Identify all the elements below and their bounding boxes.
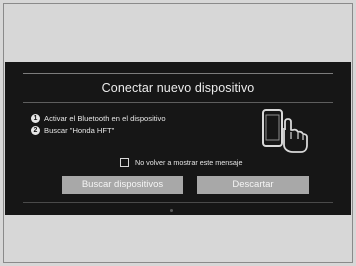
phone-touch-icon — [262, 109, 308, 153]
dont-show-again-checkbox[interactable] — [120, 158, 129, 167]
dialog-title: Conectar nuevo dispositivo — [101, 81, 255, 95]
dismiss-button[interactable]: Descartar — [197, 176, 309, 194]
step-1: 1 Activar el Bluetooth en el dispositivo — [31, 113, 166, 124]
title-divider — [23, 102, 333, 103]
step-text: Buscar "Honda HFT" — [44, 126, 115, 135]
step-number-badge: 2 — [31, 126, 40, 135]
dont-show-again-label: No volver a mostrar este mensaje — [135, 158, 243, 167]
step-text: Activar el Bluetooth en el dispositivo — [44, 114, 166, 123]
dialog-screen: Conectar nuevo dispositivo 1 Activar el … — [5, 62, 351, 215]
step-number-badge: 1 — [31, 114, 40, 123]
step-2: 2 Buscar "Honda HFT" — [31, 125, 114, 136]
page-indicator-dot — [170, 209, 173, 212]
bottom-divider — [23, 202, 333, 203]
top-divider — [23, 73, 333, 74]
dont-show-again-row[interactable]: No volver a mostrar este mensaje — [120, 158, 242, 167]
search-devices-button[interactable]: Buscar dispositivos — [62, 176, 183, 194]
